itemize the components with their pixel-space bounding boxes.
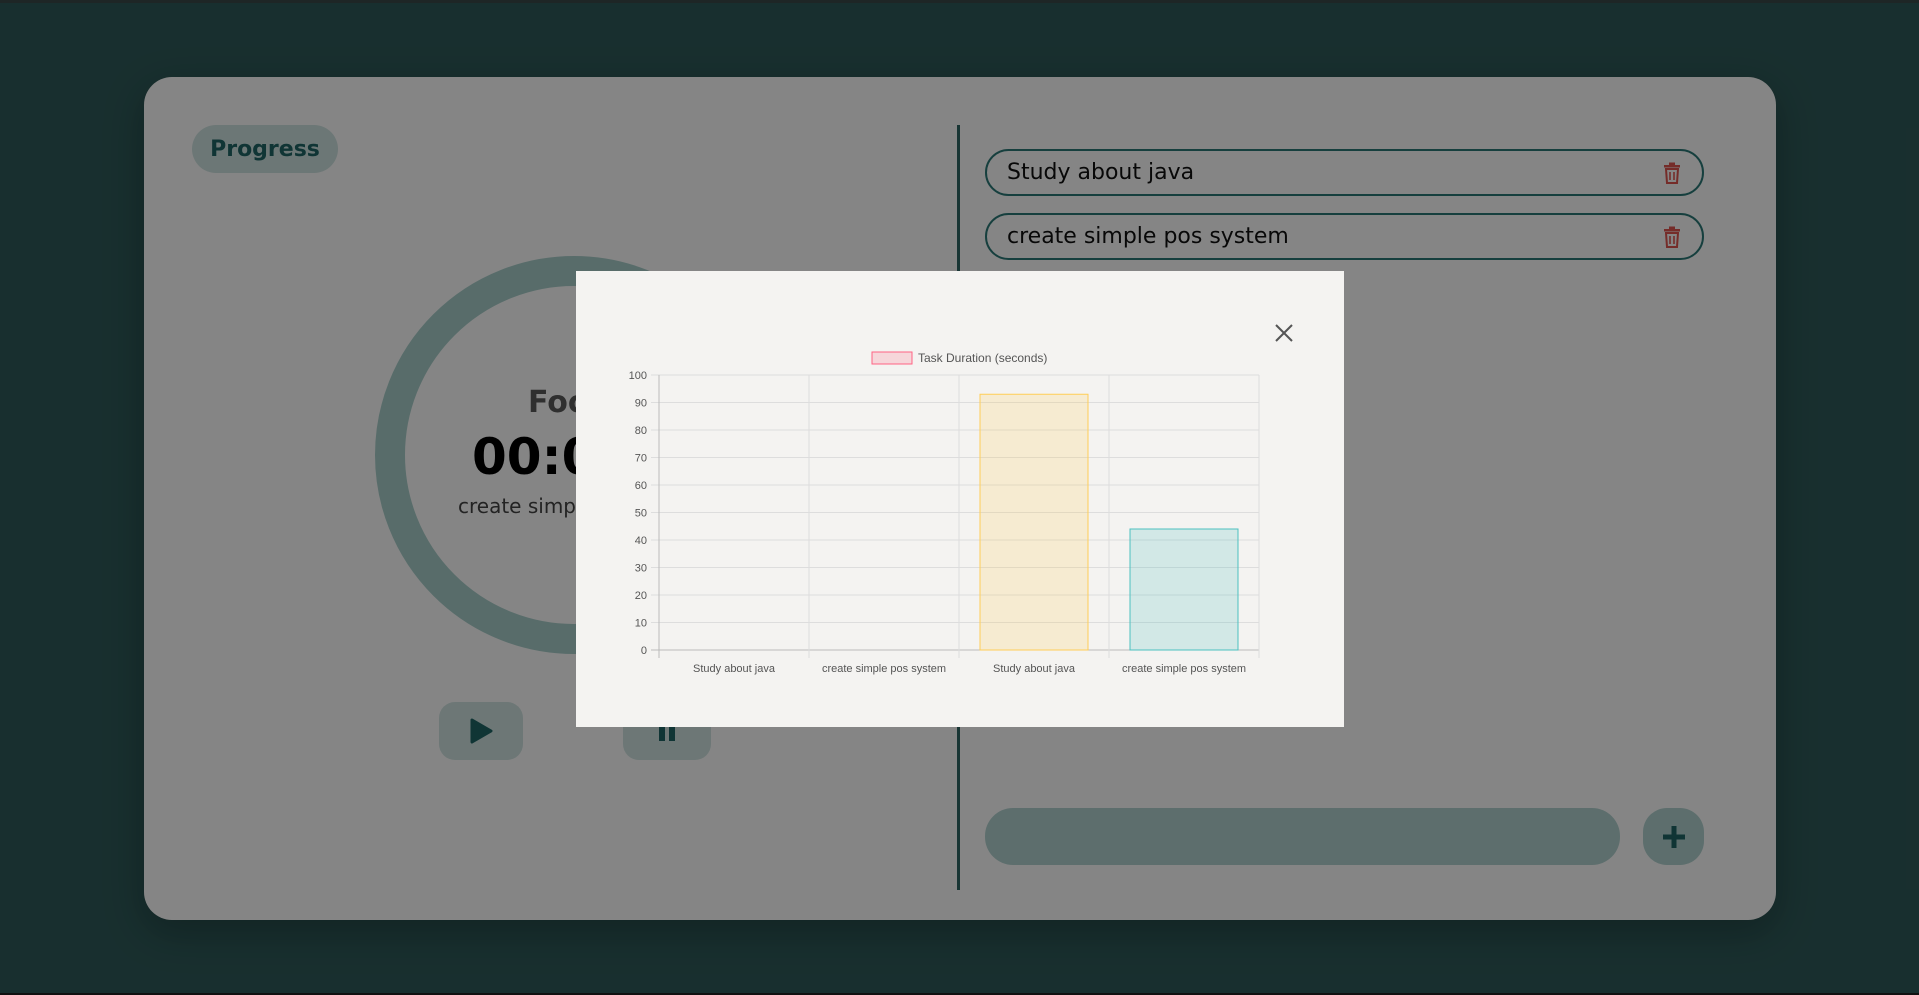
legend-label: Task Duration (seconds)	[918, 351, 1047, 365]
y-tick-label: 20	[635, 590, 647, 602]
y-tick-label: 50	[635, 508, 647, 520]
y-tick-label: 10	[635, 618, 647, 630]
legend-swatch	[871, 351, 913, 365]
x-axis-ticks: Study about java create simple pos system…	[693, 663, 1246, 675]
x-tick-label: Study about java	[993, 663, 1076, 675]
y-tick-label: 100	[629, 370, 647, 382]
x-tick-label: create simple pos system	[822, 663, 946, 675]
chart-bar[interactable]	[1129, 528, 1239, 651]
progress-chart: Task Duration (seconds) 0 10 20 30 40 50 60 70 8…	[629, 351, 1260, 675]
y-tick-label: 60	[635, 480, 647, 492]
x-tick-label: create simple pos system	[1122, 663, 1246, 675]
x-tick-label: Study about java	[693, 663, 776, 675]
y-tick-label: 70	[635, 453, 647, 465]
y-tick-label: 80	[635, 425, 647, 437]
chart-bar[interactable]	[979, 393, 1089, 651]
y-tick-label: 40	[635, 535, 647, 547]
y-tick-label: 0	[641, 645, 647, 657]
y-axis-ticks: 0 10 20 30 40 50 60 70 80 90 100	[629, 370, 647, 657]
y-tick-label: 90	[635, 398, 647, 410]
chart-legend: Task Duration (seconds)	[871, 351, 1047, 365]
y-tick-label: 30	[635, 563, 647, 575]
